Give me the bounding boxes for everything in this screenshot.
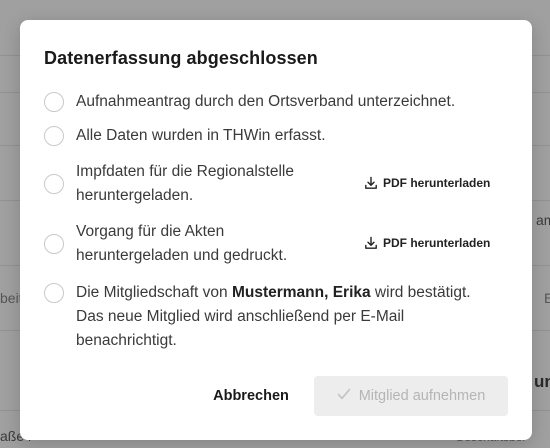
- label-line: Vorgang für die Akten: [76, 223, 225, 240]
- label-line: benachrichtigt.: [76, 332, 177, 349]
- checklist-item: Impfdaten für die Regionalstelle herunte…: [44, 160, 514, 208]
- label-text: Die Mitgliedschaft von: [76, 284, 232, 301]
- confirmation-dialog: Datenerfassung abgeschlossen Aufnahmeant…: [20, 20, 532, 440]
- checkmark-icon: [337, 388, 351, 404]
- download-pdf-label: PDF herunterladen: [383, 236, 491, 250]
- label-line: heruntergeladen.: [76, 187, 194, 204]
- cancel-button[interactable]: Abbrechen: [206, 385, 296, 407]
- download-icon: [364, 176, 378, 190]
- checklist-item-label: Impfdaten für die Regionalstelle herunte…: [76, 160, 294, 208]
- download-pdf-button[interactable]: PDF herunterladen: [364, 176, 490, 190]
- label-text: wird bestätigt.: [370, 284, 471, 301]
- member-name: Mustermann, Erika: [231, 284, 371, 301]
- checklist-item-label: Alle Daten wurden in THWin erfasst.: [76, 127, 326, 144]
- checklist-item-label: Aufnahmeantrag durch den Ortsverband unt…: [76, 93, 456, 110]
- checklist-item-label: Die Mitgliedschaft von Mustermann, Erika…: [76, 281, 471, 353]
- checklist-checkbox[interactable]: [44, 92, 64, 112]
- download-icon: [364, 236, 378, 250]
- add-member-button[interactable]: Mitglied aufnehmen: [314, 376, 508, 416]
- dialog-title: Datenerfassung abgeschlossen: [44, 48, 318, 68]
- checklist-item: Alle Daten wurden in THWin erfasst.: [44, 124, 514, 148]
- checklist-checkbox[interactable]: [44, 234, 64, 254]
- label-line: Das neue Mitglied wird anschließend per …: [76, 308, 405, 325]
- label-line: Impfdaten für die Regionalstelle: [76, 163, 294, 180]
- download-pdf-label: PDF herunterladen: [383, 176, 491, 190]
- add-member-button-label: Mitglied aufnehmen: [358, 388, 486, 404]
- checklist-checkbox[interactable]: [44, 174, 64, 194]
- checklist-checkbox[interactable]: [44, 126, 64, 146]
- checklist-item: Aufnahmeantrag durch den Ortsverband unt…: [44, 90, 514, 114]
- checklist-item: Die Mitgliedschaft von Mustermann, Erika…: [44, 281, 514, 353]
- checklist-item-label: Vorgang für die Akten heruntergeladen un…: [76, 220, 287, 268]
- label-line: heruntergeladen und gedruckt.: [76, 247, 288, 264]
- checklist-checkbox[interactable]: [44, 283, 64, 303]
- checklist-item: Vorgang für die Akten heruntergeladen un…: [44, 220, 514, 268]
- download-pdf-button[interactable]: PDF herunterladen: [364, 236, 490, 250]
